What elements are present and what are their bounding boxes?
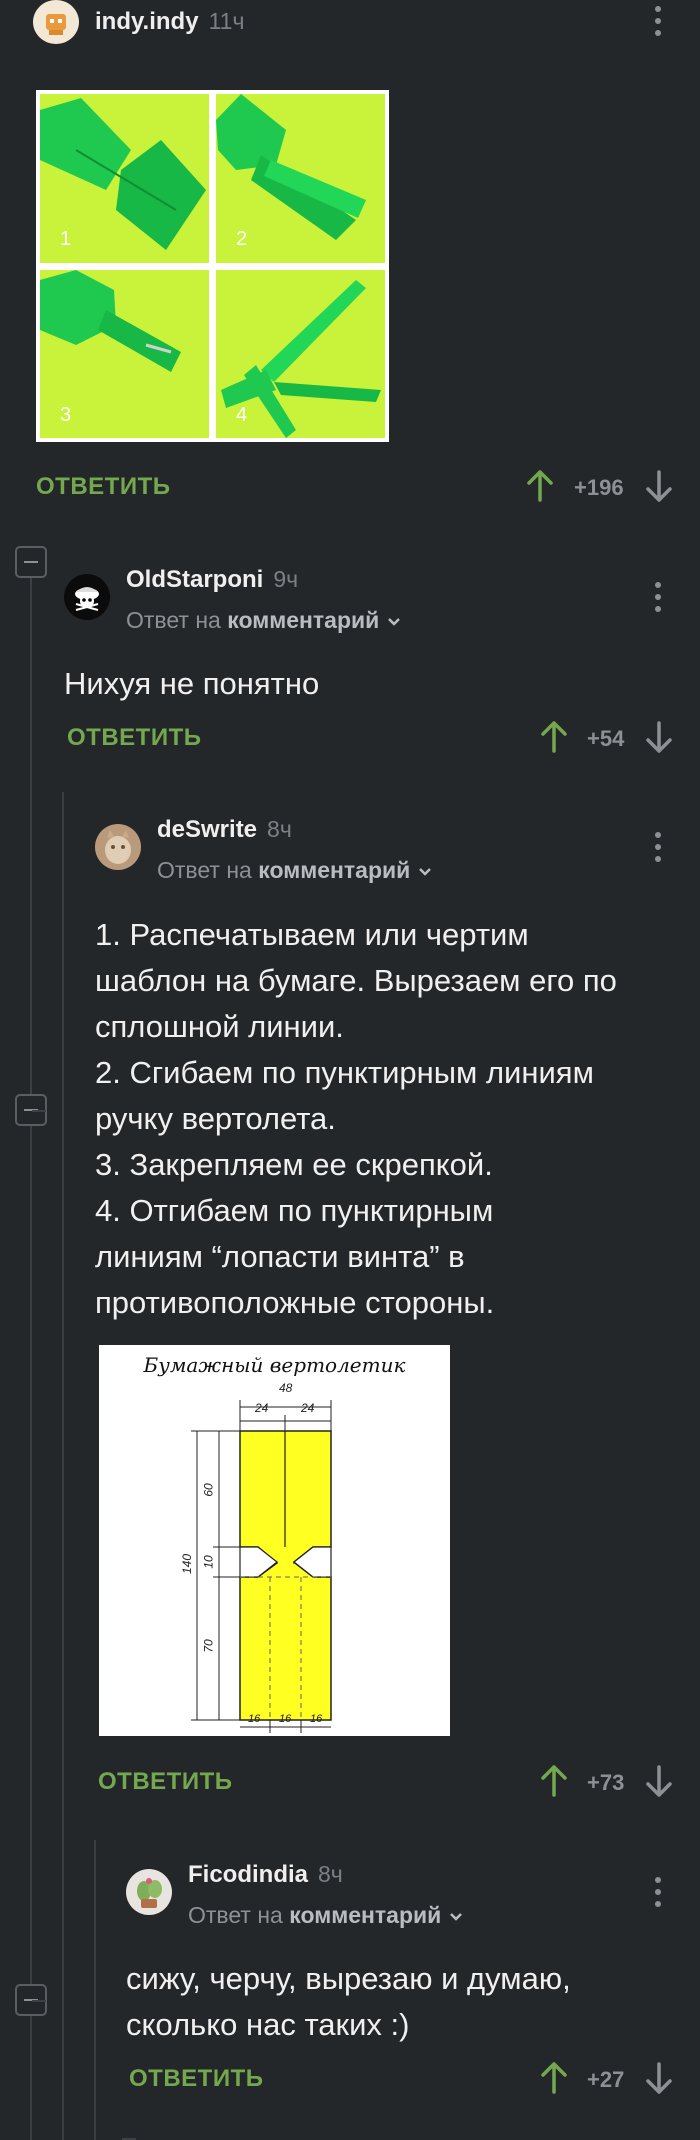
dim-handle: 70	[201, 1639, 216, 1653]
dim-strip-3: 16	[310, 1713, 323, 1725]
photo-label-4: 4	[236, 404, 248, 426]
comment-header[interactable]: deSwrite 8ч	[157, 816, 292, 844]
comment-more-icon[interactable]	[655, 1877, 663, 1913]
upvote-arrow-icon[interactable]	[540, 2062, 568, 2094]
reply-to-prefix: Ответ на	[188, 1902, 283, 1928]
reply-to-prefix: Ответ на	[157, 857, 252, 883]
comment-more-icon[interactable]	[655, 582, 663, 618]
comment-author[interactable]: OldStarponi	[126, 566, 263, 593]
downvote-arrow-icon[interactable]	[645, 2062, 673, 2094]
thread-connector	[32, 1110, 46, 1112]
reply-to-target[interactable]: комментарий	[227, 607, 379, 633]
comment-author[interactable]: deSwrite	[157, 816, 257, 843]
post-author[interactable]: indy.indy 11ч	[95, 8, 244, 36]
comment-header[interactable]: Ficodindia 8ч	[188, 1861, 343, 1889]
comment-avatar[interactable]	[126, 1869, 172, 1915]
cat-avatar-icon	[105, 830, 131, 864]
thread-connector	[32, 2000, 46, 2002]
dim-half-right: 24	[301, 1401, 315, 1415]
comment-reply-button[interactable]: ОТВЕТИТЬ	[98, 1768, 233, 1796]
comment-line: 1. Распечатываем или чертим	[95, 917, 529, 952]
dim-strip-1: 16	[248, 1713, 261, 1725]
comment-line: 4. Отгибаем по пунктирным	[95, 1193, 494, 1228]
comment-line: сколько нас таких :)	[126, 2007, 410, 2042]
reply-to-link[interactable]: Ответ на комментарий	[157, 857, 433, 884]
dim-half-left: 24	[255, 1401, 269, 1415]
reply-to-link[interactable]: Ответ на комментарий	[188, 1902, 464, 1929]
dim-strip-2: 16	[279, 1713, 292, 1725]
photo-label-1: 1	[60, 228, 72, 250]
comment-line: линиям “лопасти винта” в	[95, 1239, 465, 1274]
comment-text: сижу, черчу, вырезаю и думаю, сколько на…	[126, 1956, 686, 2048]
comment-line: шаблон на бумаге. Вырезаем его по	[95, 963, 617, 998]
thread-line-2[interactable]	[62, 792, 64, 2140]
comment-score: +27	[587, 2067, 625, 2092]
origami-steps-image	[40, 94, 385, 438]
comment-more-icon[interactable]	[655, 832, 663, 868]
post-reply-button[interactable]: ОТВЕТИТЬ	[36, 473, 171, 501]
comment-line: сижу, черчу, вырезаю и думаю,	[126, 1961, 571, 1996]
downvote-arrow-icon[interactable]	[645, 470, 673, 502]
template-drawing	[191, 1400, 332, 1733]
upvote-arrow-icon[interactable]	[540, 1765, 568, 1797]
dim-notch: 10	[201, 1555, 216, 1569]
photo-label-3: 3	[60, 404, 72, 426]
chevron-down-icon[interactable]	[417, 866, 433, 878]
comment-avatar[interactable]	[95, 824, 141, 870]
comment-line: 3. Закрепляем ее скрепкой.	[95, 1147, 493, 1182]
photo-label-2: 2	[236, 228, 248, 250]
collapse-button[interactable]	[15, 546, 47, 578]
comment-score: +54	[587, 726, 625, 751]
comment-time: 9ч	[273, 566, 299, 592]
template-image[interactable]: Бумажный вертолетик 48 24 24 60 10 70 14…	[99, 1345, 450, 1736]
post-score: +196	[574, 475, 624, 500]
comment-score: +73	[587, 1770, 625, 1795]
reply-to-link[interactable]: Ответ на комментарий	[126, 607, 402, 634]
comment-text: Нихуя не понятно	[64, 666, 320, 701]
dim-width: 48	[279, 1381, 293, 1395]
upvote-arrow-icon[interactable]	[540, 721, 568, 753]
comment-author[interactable]: Ficodindia	[188, 1861, 308, 1888]
comment-time: 8ч	[267, 816, 292, 842]
thread-line-1[interactable]	[30, 548, 32, 2140]
comment-text: 1. Распечатываем или чертим шаблон на бу…	[95, 912, 685, 1326]
comment-avatar[interactable]	[64, 574, 110, 620]
post-time: 11ч	[208, 8, 245, 34]
plant-avatar-icon	[137, 1878, 162, 1908]
post-author-name[interactable]: indy.indy	[95, 8, 199, 35]
upvote-arrow-icon[interactable]	[526, 470, 554, 502]
comment-reply-button[interactable]: ОТВЕТИТЬ	[129, 2065, 264, 2093]
post-more-icon[interactable]	[655, 6, 663, 42]
pirate-skull-icon	[75, 587, 99, 611]
post-image[interactable]: 1 2 3 4	[36, 90, 389, 442]
comment-reply-button[interactable]: ОТВЕТИТЬ	[67, 724, 202, 752]
comment-line: противоположные стороны.	[95, 1285, 495, 1320]
chevron-down-icon[interactable]	[386, 616, 402, 628]
reply-to-prefix: Ответ на	[126, 607, 221, 633]
comment-line: 2. Сгибаем по пунктирным линиям	[95, 1055, 594, 1090]
dim-blades: 60	[201, 1483, 216, 1497]
reply-to-target[interactable]: комментарий	[289, 1902, 441, 1928]
dim-total: 140	[180, 1553, 195, 1575]
comment-time: 8ч	[318, 1861, 343, 1887]
chevron-down-icon[interactable]	[448, 1911, 464, 1923]
downvote-arrow-icon[interactable]	[645, 1765, 673, 1797]
reply-to-target[interactable]: комментарий	[258, 857, 410, 883]
robot-avatar-icon	[46, 14, 66, 35]
comment-line: ручку вертолета.	[95, 1101, 336, 1136]
thread-line-3[interactable]	[94, 1840, 96, 2140]
comment-header[interactable]: OldStarponi 9ч	[126, 566, 298, 594]
downvote-arrow-icon[interactable]	[645, 721, 673, 753]
post-author-avatar[interactable]	[33, 0, 79, 44]
comment-line: сплошной линии.	[95, 1009, 344, 1044]
